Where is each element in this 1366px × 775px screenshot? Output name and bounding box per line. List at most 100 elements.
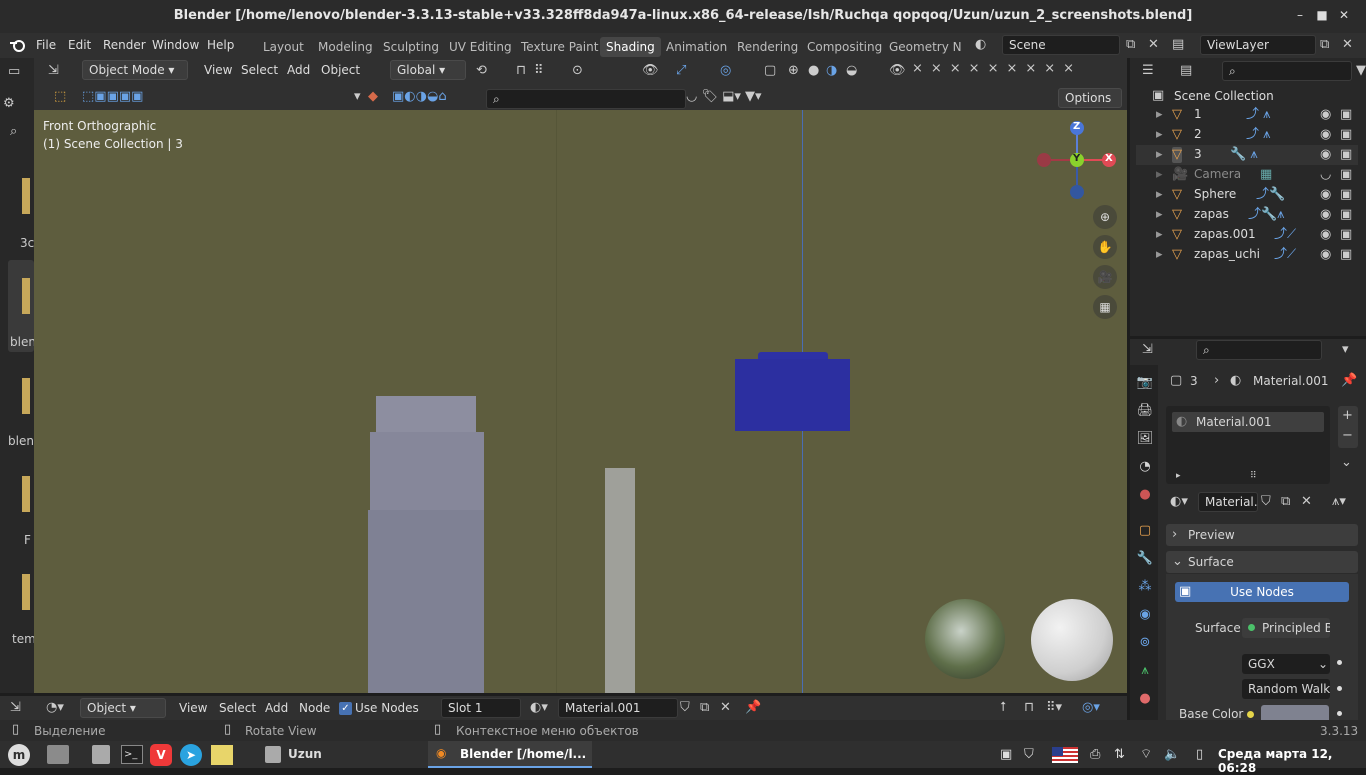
fake-user-icon[interactable]: ⛉ (1261, 494, 1271, 510)
node-material-field[interactable]: Material.001 (558, 698, 678, 718)
blue-box-object[interactable] (735, 359, 850, 431)
telegram-icon[interactable]: ➤ (180, 744, 202, 766)
camera-view-icon[interactable]: 🎥 (1093, 265, 1117, 289)
display-mode-icon[interactable]: ▤ (1180, 63, 1192, 79)
camera-icon[interactable]: ▣ (1340, 127, 1352, 143)
gizmo-icon[interactable]: ⤢ (676, 63, 686, 79)
mint-menu-icon[interactable]: m (8, 744, 30, 766)
tab-geometry-nodes[interactable]: Geometry Noc (889, 40, 961, 54)
file-thumbnail[interactable] (22, 476, 30, 512)
viewport-menu-add[interactable]: Add (287, 63, 310, 77)
camera-data-icon[interactable]: ▦ (1260, 167, 1272, 183)
parent-node-icon[interactable]: ⭡ (1000, 700, 1006, 716)
rendered-shading-icon[interactable]: ◒ (846, 63, 857, 79)
tab-uv-editing[interactable]: UV Editing (449, 40, 512, 54)
clipboard-icon[interactable]: ▣ (1000, 747, 1012, 763)
proportional-edit-icon[interactable]: ⊙ (572, 63, 583, 79)
blender-logo-icon[interactable] (8, 37, 28, 53)
node-menu-select[interactable]: Select (219, 701, 256, 715)
distribution-dropdown[interactable]: GGX ⌄ (1242, 654, 1330, 674)
view-layer-icon[interactable]: ▤ (1172, 37, 1184, 53)
notes-icon[interactable] (211, 745, 233, 765)
gear-icon[interactable]: ⚙ (3, 96, 15, 112)
ortho-grid-icon[interactable]: ▦ (1093, 295, 1117, 319)
outliner-item-3[interactable]: ▸ ▽ 3 🔧 ⩚ ◉ ▣ (1136, 145, 1358, 165)
unlink-icon[interactable]: ✕ (720, 700, 731, 716)
editor-type-icon[interactable]: ⇲ (48, 63, 59, 79)
files-icon[interactable] (47, 745, 69, 764)
keyboard-layout-flag-icon[interactable] (1052, 747, 1078, 763)
printer-icon[interactable]: ⎙ (1090, 747, 1100, 763)
camera-icon[interactable]: ▣ (1340, 147, 1352, 163)
keyframe-dot-icon[interactable] (1337, 686, 1342, 691)
keyframe-dot-icon[interactable] (1337, 711, 1342, 716)
pin-icon[interactable]: 📌 (745, 700, 761, 716)
outliner-item-1[interactable]: ▸ ▽ 1 ⤴ ⩚ ◉ ▣ (1136, 105, 1358, 125)
camera-icon[interactable]: ▣ (1340, 227, 1352, 243)
wireframe-shading-icon[interactable]: ⊕ (788, 63, 799, 79)
camera-icon[interactable]: ▣ (1340, 107, 1352, 123)
slot-specials-icon[interactable]: ⌄ (1341, 455, 1352, 471)
shield-icon[interactable]: ⛉ (1024, 747, 1034, 763)
snap-icon[interactable]: ⊓ (516, 63, 526, 79)
modifier-properties-icon[interactable]: 🔧 (1136, 550, 1154, 568)
transform-orientation-dropdown[interactable]: Global ▾ (390, 60, 466, 80)
viewport-search-input[interactable]: ⌕ (486, 89, 686, 109)
tab-texture-paint[interactable]: Texture Paint (521, 40, 598, 54)
view-layer-properties-icon[interactable]: 🖼 (1136, 430, 1154, 448)
tab-modeling[interactable]: Modeling (318, 40, 373, 54)
snap-target-icon[interactable]: ⠿▾ (1046, 700, 1062, 716)
maximize-icon[interactable]: ■ (1316, 9, 1328, 21)
material-browse-icon[interactable]: ◐▾ (1170, 494, 1188, 510)
camera-icon[interactable]: ▣ (1340, 167, 1352, 183)
new-view-layer-icon[interactable]: ⧉ (1320, 37, 1329, 53)
outliner-search-input[interactable]: ⌕ (1222, 61, 1352, 81)
tab-sculpting[interactable]: Sculpting (383, 40, 439, 54)
eye-icon[interactable]: ◉ (1320, 207, 1331, 223)
draw-type-icons[interactable]: ▣◐◑◒⌂ (392, 89, 447, 105)
overlay-icon[interactable]: ◎ (720, 63, 731, 79)
rod-object[interactable] (605, 468, 635, 693)
close-icon[interactable]: ✕ (1338, 9, 1350, 21)
particles-properties-icon[interactable]: ⁂ (1136, 578, 1154, 596)
material-browse-icon[interactable]: ◐▾ (530, 700, 548, 716)
surface-shader-field[interactable]: Principled B... (1242, 618, 1330, 638)
unlink-material-icon[interactable]: ✕ (1301, 494, 1312, 510)
modifier-icon[interactable]: ⤴⟋ (1274, 247, 1296, 263)
node-editor-type-icon[interactable]: ⇲ (10, 700, 21, 716)
eye-icon[interactable]: ◉ (1320, 107, 1331, 123)
volume-icon[interactable]: 🔈 (1164, 747, 1180, 763)
resize-handle-icon[interactable]: ⠿ (1250, 468, 1257, 484)
filter-icon[interactable]: ▼ (1356, 63, 1366, 79)
surface-panel-header[interactable]: ⌄ Surface (1166, 551, 1358, 573)
file-thumbnail[interactable] (22, 278, 30, 314)
eye-icon[interactable]: ◉ (1320, 147, 1331, 163)
material-name-field[interactable]: Material... (1198, 492, 1258, 512)
options-dropdown[interactable]: Options ▾ (1058, 88, 1122, 123)
taskbar-app-uzun[interactable]: Uzun (262, 744, 422, 766)
chevron-down-icon[interactable]: ▾ (354, 89, 361, 105)
pin-icon[interactable]: 📌 (1341, 373, 1357, 389)
eye-icon[interactable]: ◉ (1320, 227, 1331, 243)
outliner-item-zapas[interactable]: ▸ ▽ zapas ⤴🔧⩚ ◉ ▣ (1136, 205, 1358, 225)
new-scene-icon[interactable]: ⧉ (1126, 37, 1135, 53)
data-properties-icon[interactable]: ⩚ (1136, 662, 1154, 680)
material-slot-item[interactable]: ◐ Material.001 (1172, 412, 1324, 432)
scene-collection-label[interactable]: Scene Collection (1174, 89, 1274, 103)
chevron-down-icon[interactable]: ▾ (1342, 342, 1349, 358)
pivot-icon[interactable]: ⟲ (476, 63, 487, 79)
select-box-icon[interactable]: ⬚ (54, 89, 66, 105)
tab-animation[interactable]: Animation (666, 40, 727, 54)
outliner-item-zapas-uchi[interactable]: ▸ ▽ zapas_uchi ⤴⟋ ◉ ▣ (1136, 245, 1358, 265)
bottle-cap-object[interactable] (376, 396, 476, 436)
modifier-icon[interactable]: ⤴🔧⩚ (1248, 207, 1285, 223)
use-nodes-checkbox[interactable]: ✓ (339, 702, 352, 715)
snap-target-icon[interactable]: ⠿ (534, 63, 544, 79)
visibility-icon[interactable]: 👁 (642, 63, 659, 79)
pan-hand-icon[interactable]: ✋ (1093, 235, 1117, 259)
viewport-menu-object[interactable]: Object (321, 63, 360, 77)
eye-icon[interactable]: ◉ (1320, 247, 1331, 263)
shader-object-dropdown[interactable]: Object ▾ (80, 698, 166, 718)
snap-icon[interactable]: ⊓ (1024, 700, 1034, 716)
bottle-neck-object[interactable] (370, 432, 484, 512)
